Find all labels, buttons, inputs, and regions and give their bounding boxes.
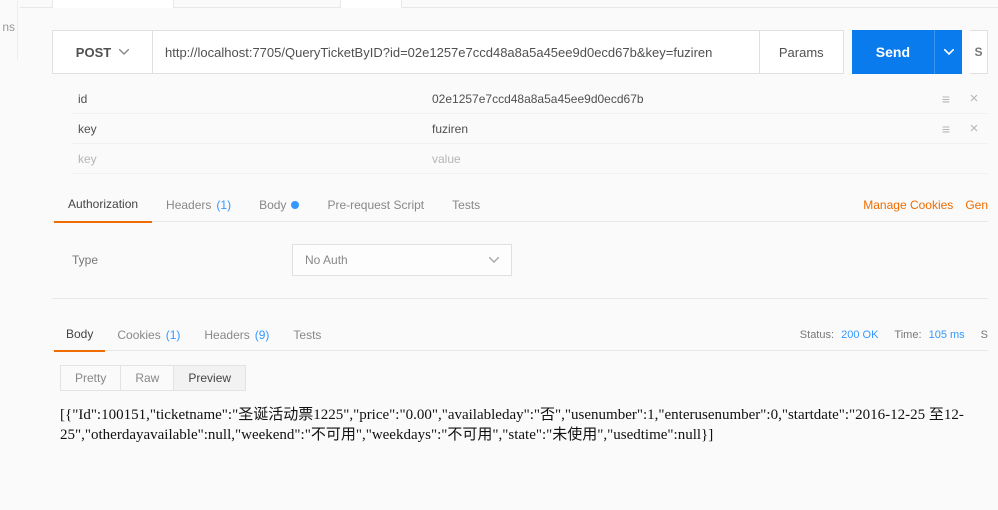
auth-type-value: No Auth <box>305 253 348 267</box>
generate-code-link[interactable]: Gen <box>965 198 988 212</box>
param-row-placeholder[interactable]: key value <box>72 144 988 174</box>
param-value[interactable]: 02e1257e7ccd48a8a5a45ee9d0ecd67b <box>432 92 932 106</box>
resp-tab-headers-count: (9) <box>255 328 270 342</box>
view-raw[interactable]: Raw <box>120 366 173 390</box>
tab-body-label: Body <box>259 198 286 212</box>
chevron-down-icon <box>119 49 129 55</box>
param-key[interactable]: key <box>72 122 432 136</box>
param-value-placeholder[interactable]: value <box>432 152 932 166</box>
param-row[interactable]: key fuziren ≡ × <box>72 114 988 144</box>
resp-tab-tests[interactable]: Tests <box>281 319 333 351</box>
resp-tab-body[interactable]: Body <box>54 319 105 352</box>
chevron-down-icon <box>944 49 954 55</box>
size-meta-stub: S <box>981 329 988 341</box>
param-key-placeholder[interactable]: key <box>72 152 432 166</box>
status-value: 200 OK <box>841 329 878 341</box>
time-meta: Time: 105 ms <box>894 329 964 341</box>
tab-tests[interactable]: Tests <box>438 188 494 222</box>
resp-tab-cookies[interactable]: Cookies (1) <box>105 319 192 351</box>
status-meta: Status: 200 OK <box>800 329 879 341</box>
tabs-bar <box>20 0 998 8</box>
unsaved-dot-icon <box>291 201 299 209</box>
status-label: Status: <box>800 329 834 341</box>
method-dropdown[interactable]: POST <box>53 31 153 73</box>
time-label: Time: <box>894 329 921 341</box>
time-value: 105 ms <box>929 329 965 341</box>
view-pretty[interactable]: Pretty <box>61 366 120 390</box>
tab-body[interactable]: Body <box>245 188 313 222</box>
manage-cookies-link[interactable]: Manage Cookies <box>863 198 953 212</box>
tab-headers[interactable]: Headers (1) <box>152 188 245 222</box>
tab-authorization[interactable]: Authorization <box>54 188 152 223</box>
delete-row-icon[interactable]: × <box>960 120 988 137</box>
param-row[interactable]: id 02e1257e7ccd48a8a5a45ee9d0ecd67b ≡ × <box>72 84 988 114</box>
resp-tab-headers-label: Headers <box>204 328 249 342</box>
save-button-stub[interactable]: S <box>970 30 988 74</box>
tab-headers-count: (1) <box>216 198 231 212</box>
chevron-down-icon <box>489 257 499 263</box>
tab-headers-label: Headers <box>166 198 211 212</box>
param-value[interactable]: fuziren <box>432 122 932 136</box>
auth-type-select[interactable]: No Auth <box>292 244 512 276</box>
view-preview[interactable]: Preview <box>173 366 245 390</box>
resp-tab-cookies-count: (1) <box>166 328 181 342</box>
resp-tab-headers[interactable]: Headers (9) <box>192 319 281 351</box>
method-label: POST <box>76 45 111 60</box>
url-input[interactable]: http://localhost:7705/QueryTicketByID?id… <box>153 31 759 73</box>
param-key[interactable]: id <box>72 92 432 106</box>
sidebar-stub: ns <box>0 0 18 60</box>
query-params-editor: id 02e1257e7ccd48a8a5a45ee9d0ecd67b ≡ × … <box>72 74 988 174</box>
drag-handle-icon[interactable]: ≡ <box>932 121 960 137</box>
params-button[interactable]: Params <box>759 31 843 73</box>
tab-prerequest[interactable]: Pre-request Script <box>313 188 438 222</box>
response-body: [{"Id":100151,"ticketname":"圣诞活动票1225","… <box>52 401 988 450</box>
resp-tab-cookies-label: Cookies <box>117 328 160 342</box>
auth-type-label: Type <box>72 253 252 267</box>
drag-handle-icon[interactable]: ≡ <box>932 91 960 107</box>
send-dropdown[interactable] <box>934 30 962 74</box>
send-button[interactable]: Send <box>852 30 934 74</box>
delete-row-icon[interactable]: × <box>960 90 988 107</box>
